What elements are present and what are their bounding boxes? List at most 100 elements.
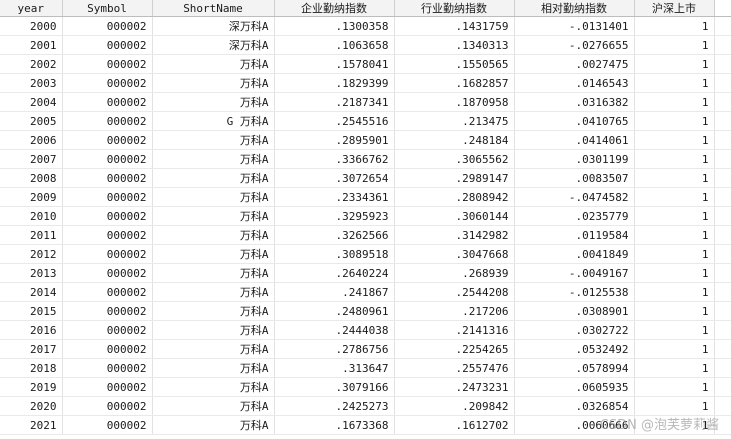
cell-relative-index[interactable]: .0532492 bbox=[514, 339, 635, 359]
table-row[interactable]: 2015 000002 万科A .2480961.217206.0308901 1 bbox=[0, 301, 731, 321]
cell-listed[interactable]: 1 bbox=[634, 73, 715, 93]
cell-year[interactable]: 2008 bbox=[0, 168, 63, 188]
cell-symbol[interactable]: 000002 bbox=[62, 35, 153, 55]
cell-shortname[interactable]: G 万科A bbox=[152, 111, 275, 131]
cell-relative-index[interactable]: -.0276655 bbox=[514, 35, 635, 55]
cell-symbol[interactable]: 000002 bbox=[62, 206, 153, 226]
cell-industry-index[interactable]: .2141316 bbox=[394, 320, 515, 340]
cell-firm-index[interactable]: .1063658 bbox=[274, 35, 395, 55]
cell-industry-index[interactable]: .2989147 bbox=[394, 168, 515, 188]
cell-symbol[interactable]: 000002 bbox=[62, 130, 153, 150]
cell-firm-index[interactable]: .3366762 bbox=[274, 149, 395, 169]
cell-relative-index[interactable]: .0060666 bbox=[514, 415, 635, 435]
cell-industry-index[interactable]: .3060144 bbox=[394, 206, 515, 226]
column-header-relative-index[interactable]: 相对勤纳指数 bbox=[514, 0, 635, 17]
cell-year[interactable]: 2020 bbox=[0, 396, 63, 416]
cell-firm-index[interactable]: .2895901 bbox=[274, 130, 395, 150]
cell-industry-index[interactable]: .213475 bbox=[394, 111, 515, 131]
cell-shortname[interactable]: 万科A bbox=[152, 130, 275, 150]
cell-industry-index[interactable]: .2254265 bbox=[394, 339, 515, 359]
cell-relative-index[interactable]: .0410765 bbox=[514, 111, 635, 131]
cell-firm-index[interactable]: .1300358 bbox=[274, 16, 395, 36]
cell-listed[interactable]: 1 bbox=[634, 263, 715, 283]
cell-industry-index[interactable]: .3142982 bbox=[394, 225, 515, 245]
cell-relative-index[interactable]: .0119584 bbox=[514, 225, 635, 245]
cell-relative-index[interactable]: .0578994 bbox=[514, 358, 635, 378]
table-row[interactable]: 2009 000002 万科A .2334361.2808942 -.0474582 1 bbox=[0, 187, 731, 207]
cell-shortname[interactable]: 万科A bbox=[152, 377, 275, 397]
cell-industry-index[interactable]: .1550565 bbox=[394, 54, 515, 74]
cell-listed[interactable]: 1 bbox=[634, 339, 715, 359]
cell-shortname[interactable]: 万科A bbox=[152, 92, 275, 112]
table-row[interactable]: 2006 000002 万科A .2895901.248184.0414061 1 bbox=[0, 130, 731, 150]
cell-shortname[interactable]: 深万科A bbox=[152, 35, 275, 55]
cell-firm-index[interactable]: .2640224 bbox=[274, 263, 395, 283]
cell-symbol[interactable]: 000002 bbox=[62, 396, 153, 416]
cell-listed[interactable]: 1 bbox=[634, 225, 715, 245]
cell-relative-index[interactable]: .0027475 bbox=[514, 54, 635, 74]
cell-symbol[interactable]: 000002 bbox=[62, 339, 153, 359]
cell-listed[interactable]: 1 bbox=[634, 377, 715, 397]
cell-industry-index[interactable]: .209842 bbox=[394, 396, 515, 416]
cell-shortname[interactable]: 万科A bbox=[152, 415, 275, 435]
cell-year[interactable]: 2000 bbox=[0, 16, 63, 36]
cell-industry-index[interactable]: .217206 bbox=[394, 301, 515, 321]
cell-shortname[interactable]: 万科A bbox=[152, 54, 275, 74]
cell-shortname[interactable]: 万科A bbox=[152, 168, 275, 188]
table-row[interactable]: 2003 000002 万科A .1829399.1682857.0146543 1 bbox=[0, 73, 731, 93]
cell-shortname[interactable]: 万科A bbox=[152, 301, 275, 321]
cell-industry-index[interactable]: .2544208 bbox=[394, 282, 515, 302]
cell-relative-index[interactable]: .0302722 bbox=[514, 320, 635, 340]
cell-firm-index[interactable]: .3079166 bbox=[274, 377, 395, 397]
cell-relative-index[interactable]: .0041849 bbox=[514, 244, 635, 264]
cell-year[interactable]: 2009 bbox=[0, 187, 63, 207]
cell-industry-index[interactable]: .2808942 bbox=[394, 187, 515, 207]
cell-firm-index[interactable]: .1578041 bbox=[274, 54, 395, 74]
cell-year[interactable]: 2017 bbox=[0, 339, 63, 359]
cell-firm-index[interactable]: .313647 bbox=[274, 358, 395, 378]
cell-year[interactable]: 2007 bbox=[0, 149, 63, 169]
cell-year[interactable]: 2004 bbox=[0, 92, 63, 112]
cell-symbol[interactable]: 000002 bbox=[62, 149, 153, 169]
table-row[interactable]: 2005 000002 G 万科A .2545516.213475.0410765 1 bbox=[0, 111, 731, 131]
cell-year[interactable]: 2001 bbox=[0, 35, 63, 55]
cell-shortname[interactable]: 万科A bbox=[152, 358, 275, 378]
cell-listed[interactable]: 1 bbox=[634, 149, 715, 169]
cell-firm-index[interactable]: .3295923 bbox=[274, 206, 395, 226]
cell-firm-index[interactable]: .1673368 bbox=[274, 415, 395, 435]
cell-year[interactable]: 2018 bbox=[0, 358, 63, 378]
cell-listed[interactable]: 1 bbox=[634, 35, 715, 55]
cell-listed[interactable]: 1 bbox=[634, 244, 715, 264]
cell-shortname[interactable]: 深万科A bbox=[152, 16, 275, 36]
table-row[interactable]: 2016 000002 万科A .2444038.2141316.0302722 1 bbox=[0, 320, 731, 340]
cell-relative-index[interactable]: -.0131401 bbox=[514, 16, 635, 36]
cell-symbol[interactable]: 000002 bbox=[62, 282, 153, 302]
cell-symbol[interactable]: 000002 bbox=[62, 358, 153, 378]
cell-listed[interactable]: 1 bbox=[634, 187, 715, 207]
cell-firm-index[interactable]: .2425273 bbox=[274, 396, 395, 416]
cell-symbol[interactable]: 000002 bbox=[62, 244, 153, 264]
cell-relative-index[interactable]: -.0474582 bbox=[514, 187, 635, 207]
cell-shortname[interactable]: 万科A bbox=[152, 396, 275, 416]
cell-year[interactable]: 2006 bbox=[0, 130, 63, 150]
column-header-symbol[interactable]: Symbol bbox=[62, 0, 153, 17]
cell-year[interactable]: 2014 bbox=[0, 282, 63, 302]
cell-firm-index[interactable]: .1829399 bbox=[274, 73, 395, 93]
cell-firm-index[interactable]: .3072654 bbox=[274, 168, 395, 188]
cell-symbol[interactable]: 000002 bbox=[62, 54, 153, 74]
cell-year[interactable]: 2012 bbox=[0, 244, 63, 264]
cell-shortname[interactable]: 万科A bbox=[152, 282, 275, 302]
cell-industry-index[interactable]: .1431759 bbox=[394, 16, 515, 36]
cell-symbol[interactable]: 000002 bbox=[62, 92, 153, 112]
cell-industry-index[interactable]: .3065562 bbox=[394, 149, 515, 169]
cell-firm-index[interactable]: .2444038 bbox=[274, 320, 395, 340]
cell-year[interactable]: 2011 bbox=[0, 225, 63, 245]
cell-relative-index[interactable]: .0326854 bbox=[514, 396, 635, 416]
cell-listed[interactable]: 1 bbox=[634, 320, 715, 340]
cell-year[interactable]: 2002 bbox=[0, 54, 63, 74]
column-header-firm-index[interactable]: 企业勤纳指数 bbox=[274, 0, 395, 17]
table-row[interactable]: 2020 000002 万科A .2425273.209842.0326854 1 bbox=[0, 396, 731, 416]
cell-relative-index[interactable]: .0316382 bbox=[514, 92, 635, 112]
cell-firm-index[interactable]: .3262566 bbox=[274, 225, 395, 245]
table-row[interactable]: 2011 000002 万科A .3262566.3142982.0119584 1 bbox=[0, 225, 731, 245]
